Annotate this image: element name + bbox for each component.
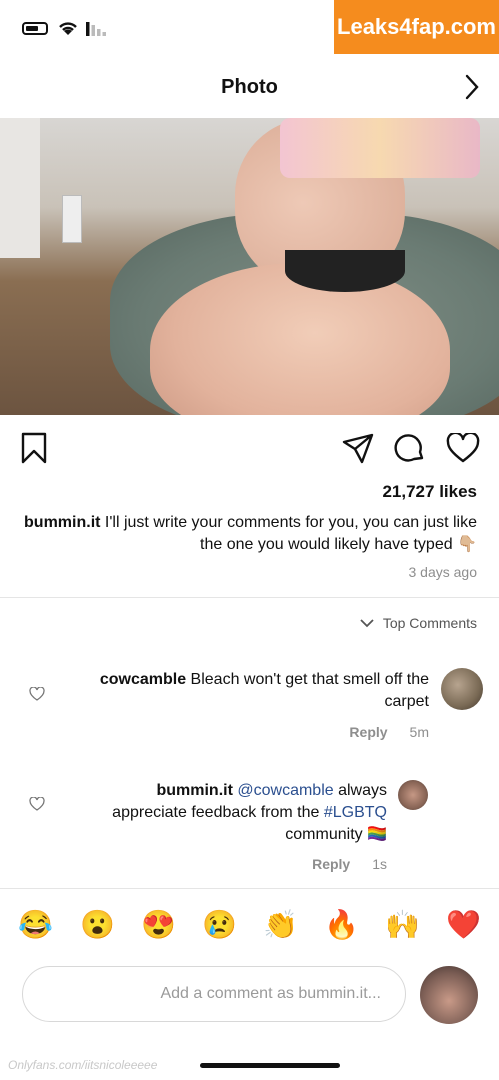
comment-body: cowcamble Bleach won't get that smell of… — [99, 669, 429, 713]
reply-button[interactable]: Reply — [349, 724, 387, 740]
comment-text-end: community 🏳️‍🌈 — [285, 826, 387, 843]
battery-icon — [22, 22, 48, 35]
caption-text: I'll just write your comments for you, y… — [100, 514, 477, 553]
share-icon[interactable] — [342, 432, 374, 464]
comment-icon[interactable] — [394, 432, 426, 464]
comment-text: Bleach won't get that smell off the carp… — [186, 671, 429, 710]
comment-time: 1s — [372, 856, 387, 872]
watermark: Leaks4fap.com — [334, 0, 499, 54]
comment-hashtag[interactable]: #LGBTQ — [324, 804, 387, 821]
comments-sort-label: Top Comments — [382, 615, 477, 631]
emoji-button[interactable]: 👏 — [263, 905, 298, 945]
emoji-button[interactable]: 😢 — [202, 905, 237, 945]
likes-count[interactable]: 21,727 likes — [382, 482, 477, 502]
heart-icon[interactable] — [446, 433, 480, 463]
comment-meta: 5m Reply — [349, 724, 429, 740]
divider — [0, 597, 499, 598]
comment-like-heart-icon[interactable] — [29, 797, 45, 811]
signal-icon — [86, 22, 106, 36]
comments-sort[interactable]: Top Comments — [359, 615, 477, 631]
footer-watermark: Onlyfans.com/iitsnicoleeeee — [8, 1058, 158, 1072]
photo-figure-shirt — [280, 118, 480, 178]
post-caption: bummin.it I'll just write your comments … — [17, 512, 477, 556]
photo-can — [62, 195, 82, 243]
emoji-button[interactable]: ❤️ — [446, 905, 481, 945]
post-photo[interactable] — [0, 118, 499, 415]
photo-figure-garment — [285, 250, 405, 292]
emoji-button[interactable]: 😍 — [141, 905, 176, 945]
wifi-icon — [59, 22, 77, 35]
comment-input[interactable]: Add a comment as bummin.it... — [22, 966, 406, 1022]
caption-username[interactable]: bummin.it — [24, 514, 100, 531]
back-chevron-icon[interactable] — [465, 74, 479, 100]
emoji-button[interactable]: 🙌 — [385, 905, 420, 945]
divider — [0, 888, 499, 889]
chevron-down-icon — [360, 619, 374, 628]
comment-username[interactable]: cowcamble — [100, 671, 186, 688]
comment-mention[interactable]: @cowcamble — [233, 782, 333, 799]
comment-input-placeholder: Add a comment as bummin.it... — [160, 985, 381, 1002]
comment-username[interactable]: bummin.it — [156, 782, 232, 799]
avatar[interactable] — [441, 668, 483, 710]
photo-door — [0, 118, 40, 258]
home-indicator[interactable] — [200, 1063, 340, 1068]
reply-button[interactable]: Reply — [312, 856, 350, 872]
bookmark-icon[interactable] — [20, 432, 48, 464]
page-title: Photo — [221, 76, 278, 98]
avatar[interactable] — [420, 966, 478, 1024]
emoji-button[interactable]: 🔥 — [324, 905, 359, 945]
comment-like-heart-icon[interactable] — [29, 687, 45, 701]
comment-body: bummin.it @cowcamble always appreciate f… — [87, 780, 387, 846]
emoji-button[interactable]: 😮 — [80, 905, 115, 945]
comment-meta: 1s Reply — [312, 856, 387, 872]
comment-time: 5m — [409, 724, 429, 740]
avatar[interactable] — [398, 780, 428, 810]
emoji-button[interactable]: 😂 — [18, 905, 53, 945]
post-timestamp: 3 days ago — [408, 564, 478, 580]
header-bar: Photo — [0, 56, 499, 119]
